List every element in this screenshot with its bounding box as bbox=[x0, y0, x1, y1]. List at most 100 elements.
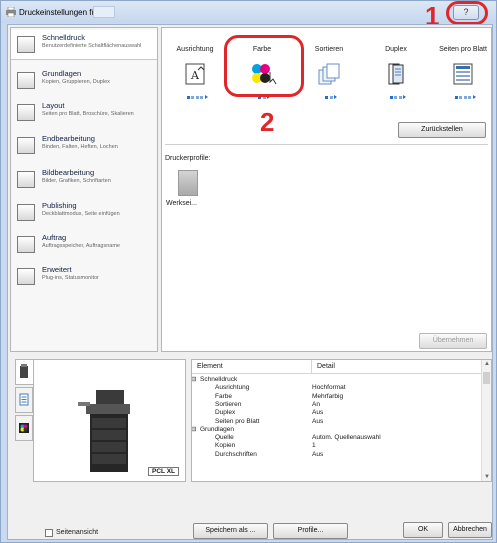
page-preview-icon bbox=[19, 393, 29, 406]
table-cell-element: Duplex bbox=[215, 409, 236, 417]
table-cell-element: Kopien bbox=[215, 442, 236, 450]
printer-device-image bbox=[78, 390, 130, 472]
orientation-icon[interactable]: A bbox=[183, 62, 207, 86]
table-cell-detail: Hochformat bbox=[312, 384, 346, 392]
sidebar-item-title: Endbearbeitung bbox=[42, 134, 95, 143]
settings-summary-table: Element Detail ⊟ Schnelldruck Ausrichtung H… bbox=[191, 359, 492, 482]
preview-tabs bbox=[15, 359, 33, 469]
table-row[interactable]: Seiten pro Blatt Aus bbox=[192, 418, 482, 426]
table-cell-element: Sortieren bbox=[215, 400, 242, 408]
quick-print-label: Duplex bbox=[385, 46, 407, 53]
sidebar-item-title: Bildbearbeitung bbox=[42, 168, 95, 177]
sidebar-item-layout[interactable]: Layout Seiten pro Blatt, Broschüre, Skali… bbox=[11, 98, 157, 128]
layout-icon bbox=[17, 104, 35, 121]
sidebar-item-title: Publishing bbox=[42, 201, 77, 210]
profile-thumbnail[interactable] bbox=[178, 170, 198, 196]
sidebar-item-subtitle: Deckblattmodus, Seite einfügen bbox=[42, 211, 120, 217]
table-cell-detail: Aus bbox=[312, 450, 324, 458]
sidebar-item-erweitert[interactable]: Erweitert Plug-ins, Statusmonitor bbox=[11, 262, 157, 292]
table-cell-detail: An bbox=[312, 400, 320, 408]
tab-page-preview[interactable] bbox=[15, 387, 33, 413]
pages-per-sheet-icon[interactable] bbox=[451, 62, 475, 86]
table-row[interactable]: Duplex Aus bbox=[192, 409, 482, 417]
table-row[interactable]: Ausrichtung Hochformat bbox=[192, 384, 482, 392]
page-view-checkbox[interactable] bbox=[45, 529, 53, 537]
printer-name-field bbox=[93, 6, 115, 18]
sidebar-item-bildbearbeitung[interactable]: Bildbearbeitung Bilder, Grafiken, Schrift… bbox=[11, 165, 157, 195]
save-as-button[interactable]: Speichern als ... bbox=[193, 523, 268, 539]
table-cell-detail: Aus bbox=[312, 417, 324, 425]
table-cell-detail: Aus bbox=[312, 409, 324, 417]
scroll-down-icon[interactable]: ▼ bbox=[484, 474, 490, 480]
option-indicator-dots bbox=[386, 94, 410, 99]
quick-print-panel: Ausrichtung A Farbe Sortieren Duplex Seiten p… bbox=[161, 27, 492, 352]
sidebar-item-title: Layout bbox=[42, 101, 65, 110]
advanced-icon bbox=[17, 268, 35, 285]
sidebar-item-schnelldruck[interactable]: Schnelldruck Benutzerdefinierte Schaltflä… bbox=[11, 30, 157, 60]
printer-preview: PCL XL bbox=[33, 359, 186, 482]
page-view-label: Seitenansicht bbox=[56, 529, 99, 536]
table-scrollbar[interactable]: ▲ ▼ bbox=[481, 360, 491, 481]
column-header-element[interactable]: Element bbox=[192, 360, 312, 374]
table-row[interactable]: Durchschriften Aus bbox=[192, 451, 482, 459]
callout-ring-help bbox=[446, 1, 488, 25]
quick-print-collate[interactable]: Sortieren bbox=[302, 46, 356, 99]
profile-button[interactable]: Profile... bbox=[273, 523, 348, 539]
column-header-detail[interactable]: Detail bbox=[312, 360, 482, 374]
callout-number-2: 2 bbox=[260, 107, 275, 137]
sidebar-item-publishing[interactable]: Publishing Deckblattmodus, Seite einfügen bbox=[11, 198, 157, 228]
quick-print-label: Ausrichtung bbox=[176, 46, 214, 53]
tab-color-preview[interactable] bbox=[15, 415, 33, 441]
quick-print-pages-per-sheet[interactable]: Seiten pro Blatt bbox=[436, 46, 490, 99]
collate-icon[interactable] bbox=[317, 62, 341, 86]
table-cell-element: Ausrichtung bbox=[215, 384, 250, 392]
callout-ring-color bbox=[224, 35, 304, 97]
scroll-up-icon[interactable]: ▲ bbox=[484, 361, 490, 367]
collapse-icon[interactable]: ⊟ bbox=[192, 376, 196, 384]
quick-print-orientation[interactable]: Ausrichtung A bbox=[168, 46, 222, 99]
option-indicator-dots bbox=[185, 94, 209, 99]
table-group-label: Schnelldruck bbox=[200, 376, 238, 383]
printer-settings-window: Druckeinstellungen für 1 ? Schnelldruck B… bbox=[0, 0, 497, 543]
publishing-icon bbox=[17, 204, 35, 221]
collapse-icon[interactable]: ⊟ bbox=[192, 426, 196, 434]
table-row[interactable]: Kopien 1 bbox=[192, 442, 482, 450]
job-icon bbox=[17, 236, 35, 253]
cancel-button[interactable]: Abbrechen bbox=[448, 522, 492, 538]
sidebar-item-subtitle: Plug-ins, Statusmonitor bbox=[42, 275, 99, 281]
ok-button[interactable]: OK bbox=[403, 522, 443, 538]
sidebar-item-grundlagen[interactable]: Grundlagen Kopien, Gruppieren, Duplex bbox=[11, 66, 157, 96]
apply-button[interactable]: Übernehmen bbox=[419, 333, 487, 349]
printer-icon bbox=[6, 7, 16, 17]
settings-sidebar: Schnelldruck Benutzerdefinierte Schaltflä… bbox=[10, 27, 158, 352]
table-row[interactable]: Farbe Mehrfarbig bbox=[192, 393, 482, 401]
table-cell-detail: Autom. Quellenauswahl bbox=[312, 434, 381, 442]
option-indicator-dots bbox=[319, 94, 343, 99]
quick-print-label: Sortieren bbox=[314, 46, 344, 53]
sidebar-item-subtitle: Seiten pro Blatt, Broschüre, Skalieren bbox=[42, 111, 134, 117]
table-row[interactable]: Sortieren An bbox=[192, 401, 482, 409]
table-row[interactable]: ⊟ Schnelldruck bbox=[192, 376, 482, 384]
quick-print-duplex[interactable]: Duplex bbox=[369, 46, 423, 99]
scrollbar-thumb[interactable] bbox=[483, 372, 490, 384]
table-row[interactable]: ⊟ Grundlagen bbox=[192, 426, 482, 434]
sidebar-item-endbearbeitung[interactable]: Endbearbeitung Binden, Falten, Heften, Lo… bbox=[11, 131, 157, 161]
reset-button[interactable]: Zurückstellen bbox=[398, 122, 486, 138]
window-title: Druckeinstellungen für bbox=[19, 8, 99, 17]
table-row[interactable]: Quelle Autom. Quellenauswahl bbox=[192, 434, 482, 442]
duplex-icon[interactable] bbox=[384, 62, 408, 86]
divider bbox=[165, 144, 488, 145]
sidebar-item-title: Schnelldruck bbox=[42, 33, 85, 42]
sidebar-item-title: Auftrag bbox=[42, 233, 67, 242]
sidebar-item-subtitle: Binden, Falten, Heften, Lochen bbox=[42, 144, 118, 150]
table-cell-element: Seiten pro Blatt bbox=[215, 417, 260, 425]
sidebar-item-title: Grundlagen bbox=[42, 69, 82, 78]
sidebar-item-subtitle: Benutzerdefinierte Schaltflächenauswahl bbox=[42, 43, 142, 49]
option-indicator-dots bbox=[453, 94, 477, 99]
title-bar: Druckeinstellungen für 1 ? bbox=[1, 1, 496, 29]
profile-name-label[interactable]: Werksei... bbox=[166, 200, 197, 207]
table-cell-element: Quelle bbox=[215, 434, 234, 442]
tab-printer-preview[interactable] bbox=[15, 359, 33, 385]
sidebar-item-auftrag[interactable]: Auftrag Auftragsspeicher, Auftragsname bbox=[11, 230, 157, 260]
sidebar-item-subtitle: Auftragsspeicher, Auftragsname bbox=[42, 243, 120, 249]
